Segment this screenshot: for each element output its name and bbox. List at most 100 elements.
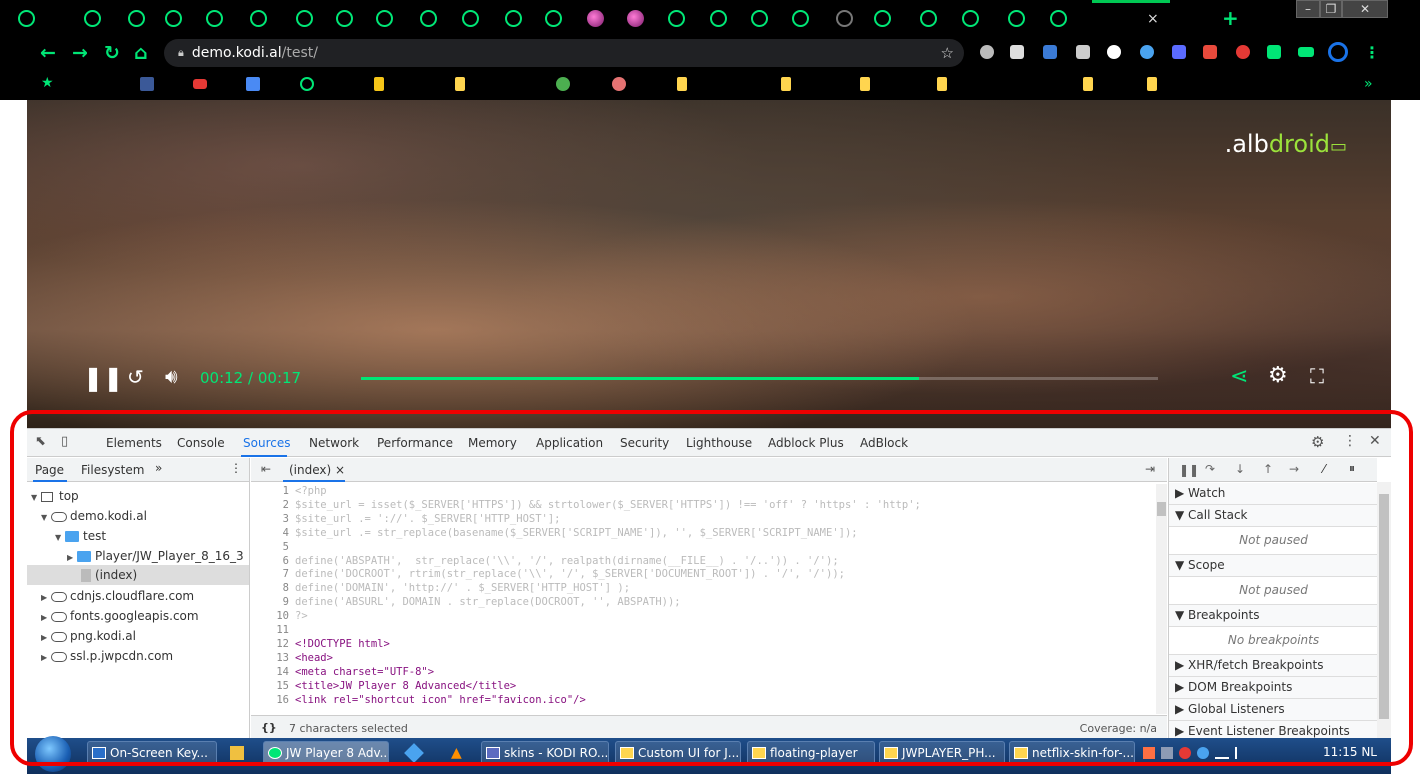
taskbar-item[interactable]: JWPLAYER_PH... xyxy=(879,741,1005,765)
extension-icon[interactable] xyxy=(1203,45,1217,59)
call-stack-section[interactable]: ▼ Call Stack xyxy=(1169,505,1378,527)
browser-tab[interactable] xyxy=(296,8,313,28)
step-out-icon[interactable]: ↑ xyxy=(1263,462,1273,476)
devtools-tab-sources[interactable]: Sources xyxy=(243,436,290,450)
folder-bookmark[interactable] xyxy=(781,77,791,91)
devtools-tab-elements[interactable]: Elements xyxy=(106,436,162,450)
tree-item-folder[interactable]: ▶ Player/JW_Player_8_16_3 xyxy=(67,549,244,563)
forward-icon[interactable]: → xyxy=(72,42,88,64)
taskbar-pin[interactable]: ▲ xyxy=(451,745,462,761)
pause-icon[interactable]: ❚❚ xyxy=(1179,463,1199,477)
taskbar-pin[interactable] xyxy=(404,743,424,763)
browser-tab[interactable] xyxy=(420,8,437,28)
profile-avatar[interactable] xyxy=(1328,42,1348,62)
extension-icon[interactable] xyxy=(1076,45,1090,59)
taskbar-item[interactable]: Custom UI for J... xyxy=(615,741,741,765)
browser-tab[interactable] xyxy=(710,8,727,28)
github-icon[interactable] xyxy=(1107,45,1121,59)
tree-item-domain[interactable]: ▼ demo.kodi.al xyxy=(41,509,147,523)
minimize-button[interactable]: – xyxy=(1296,0,1320,18)
browser-tab[interactable] xyxy=(587,8,604,28)
tab-page[interactable]: Page xyxy=(35,463,64,477)
pretty-print-button[interactable]: {} xyxy=(261,721,277,734)
youtube-bookmark[interactable] xyxy=(193,79,207,89)
browser-tab[interactable] xyxy=(336,8,353,28)
devtools-tab-security[interactable]: Security xyxy=(620,436,669,450)
tree-item-top[interactable]: ▼ top xyxy=(31,489,79,503)
bookmarks-overflow[interactable]: » xyxy=(1364,76,1373,92)
browser-tab[interactable] xyxy=(962,8,979,28)
star-icon[interactable]: ★ xyxy=(41,75,54,91)
browser-tab[interactable] xyxy=(545,8,562,28)
browser-tab[interactable] xyxy=(376,8,393,28)
bookmark-icon[interactable] xyxy=(300,77,314,91)
extension-icon[interactable] xyxy=(1010,45,1024,59)
toggle-navigator-icon[interactable]: ⇤ xyxy=(261,462,271,476)
browser-tab[interactable] xyxy=(250,8,267,28)
browser-tab[interactable] xyxy=(792,8,809,28)
browser-tab[interactable] xyxy=(1050,8,1067,28)
extension-icon[interactable] xyxy=(980,45,994,59)
step-icon[interactable]: → xyxy=(1289,462,1299,476)
folder-bookmark[interactable] xyxy=(937,77,947,91)
browser-tab[interactable] xyxy=(920,8,937,28)
browser-tab[interactable] xyxy=(206,8,223,28)
back-icon[interactable]: ← xyxy=(40,42,56,64)
dom-breakpoints-section[interactable]: ▶ DOM Breakpoints xyxy=(1169,677,1378,699)
tree-item-folder[interactable]: ▼ test xyxy=(55,529,106,543)
tab-filesystem[interactable]: Filesystem xyxy=(81,463,144,477)
network-icon[interactable] xyxy=(1215,747,1229,759)
xhr-breakpoints-section[interactable]: ▶ XHR/fetch Breakpoints xyxy=(1169,655,1378,677)
extension-icon[interactable] xyxy=(1172,45,1186,59)
deactivate-breakpoints-icon[interactable]: ⁄ xyxy=(1323,462,1325,476)
devtools-tab-lighthouse[interactable]: Lighthouse xyxy=(686,436,752,450)
tab-close-icon[interactable]: × xyxy=(1147,11,1159,27)
media-icon[interactable] xyxy=(1298,47,1314,57)
step-over-icon[interactable]: ↷ xyxy=(1205,462,1215,476)
browser-tab[interactable] xyxy=(751,8,768,28)
step-into-icon[interactable]: ↓ xyxy=(1235,462,1245,476)
code-area[interactable]: 1 <?php 2 $site_url = isset($_SERVER['HTTPS… xyxy=(251,484,1156,714)
devtools-tab-network[interactable]: Network xyxy=(309,436,359,450)
devtools-tab-application[interactable]: Application xyxy=(536,436,603,450)
extension-icon[interactable] xyxy=(1236,45,1250,59)
browser-tab[interactable] xyxy=(836,8,853,28)
new-tab-button[interactable]: + xyxy=(1222,6,1239,30)
file-tab[interactable]: (index) × xyxy=(289,463,345,477)
browser-tab[interactable] xyxy=(462,8,479,28)
global-listeners-section[interactable]: ▶ Global Listeners xyxy=(1169,699,1378,721)
tree-item-domain[interactable]: ▶ ssl.p.jwpcdn.com xyxy=(41,649,173,663)
puzzle-icon[interactable] xyxy=(1267,45,1281,59)
flag-icon[interactable] xyxy=(1235,747,1247,759)
rewind-10-icon[interactable]: ↺ xyxy=(127,365,144,389)
browser-tab[interactable] xyxy=(505,8,522,28)
close-tab-icon[interactable]: × xyxy=(335,463,345,477)
pause-on-exceptions-icon[interactable]: ⏸︎ xyxy=(1349,461,1355,476)
volume-icon[interactable]: 🔊︎ xyxy=(165,364,178,388)
more-options-icon[interactable]: ⋮ xyxy=(230,461,242,475)
tray-icon[interactable] xyxy=(1161,747,1173,759)
devtools-tab-adblock-plus[interactable]: Adblock Plus xyxy=(768,436,844,450)
start-button[interactable] xyxy=(35,736,71,772)
bookmark-icon[interactable] xyxy=(612,77,626,91)
scope-section[interactable]: ▼ Scope xyxy=(1169,555,1378,577)
taskbar-item[interactable]: floating-player xyxy=(747,741,875,765)
bookmark-icon[interactable] xyxy=(374,77,384,91)
devtools-tab-memory[interactable]: Memory xyxy=(468,436,517,450)
address-bar[interactable]: 🔒︎ demo.kodi.al/test/ ☆ xyxy=(164,39,964,67)
browser-tab[interactable] xyxy=(128,8,145,28)
tree-item-domain[interactable]: ▶ fonts.googleapis.com xyxy=(41,609,199,623)
restore-button[interactable]: ❐ xyxy=(1320,0,1342,18)
pause-icon[interactable]: ❚❚ xyxy=(83,364,123,392)
close-window-button[interactable]: ✕ xyxy=(1342,0,1388,18)
translate-bookmark[interactable] xyxy=(246,77,260,91)
folder-bookmark[interactable] xyxy=(860,77,870,91)
tray-icon[interactable] xyxy=(1143,747,1155,759)
debugger-scrollbar[interactable] xyxy=(1377,482,1391,739)
tray-icon[interactable] xyxy=(1179,747,1191,759)
taskbar-item[interactable]: skins - KODI RO... xyxy=(481,741,609,765)
browser-tab[interactable] xyxy=(18,8,35,28)
folder-bookmark[interactable] xyxy=(1083,77,1093,91)
extension-icon[interactable] xyxy=(1043,45,1057,59)
taskbar-pin[interactable] xyxy=(230,746,244,760)
